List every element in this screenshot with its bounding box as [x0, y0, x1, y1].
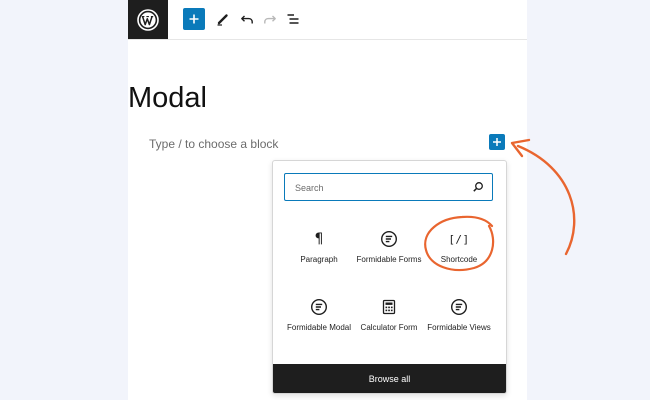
search-field: [284, 173, 493, 201]
search-icon: [473, 182, 483, 192]
block-label: Formidable Views: [427, 323, 491, 332]
search-input[interactable]: [293, 178, 467, 198]
paragraph-icon: ¶: [314, 231, 324, 247]
shortcode-icon: [/]: [448, 232, 470, 246]
list-view-button[interactable]: [284, 8, 302, 30]
undo-button[interactable]: [238, 8, 256, 30]
block-label: Shortcode: [440, 255, 478, 264]
list-view-icon: [287, 14, 299, 24]
redo-button[interactable]: [261, 8, 279, 30]
inline-add-block-button[interactable]: [489, 134, 505, 150]
page-title[interactable]: Modal: [128, 82, 207, 115]
editor-toolbar: [128, 0, 527, 40]
formidable-icon: [379, 229, 399, 249]
redo-icon: [264, 15, 276, 24]
add-block-button[interactable]: [183, 8, 205, 30]
formidable-icon: [449, 297, 469, 317]
browse-all-button[interactable]: Browse all: [273, 364, 506, 393]
formidable-icon: [309, 297, 329, 317]
undo-icon: [241, 15, 253, 24]
pencil-icon: [217, 14, 228, 26]
block-formidable-forms[interactable]: Formidable Forms: [353, 227, 425, 285]
block-shortcode[interactable]: [/] Shortcode: [423, 227, 495, 285]
block-label: Formidable Modal: [286, 323, 352, 332]
block-paragraph[interactable]: ¶ Paragraph: [283, 227, 355, 285]
block-label: Calculator Form: [360, 323, 418, 332]
calculator-icon: [379, 297, 399, 317]
tools-button[interactable]: [214, 8, 232, 30]
block-calculator-form[interactable]: Calculator Form: [353, 295, 425, 353]
block-label: Formidable Forms: [356, 255, 422, 264]
block-formidable-views[interactable]: Formidable Views: [423, 295, 495, 353]
block-label: Paragraph: [300, 255, 338, 264]
plus-icon: [189, 14, 199, 24]
wordpress-logo-icon[interactable]: [128, 0, 168, 39]
plus-icon: [493, 138, 501, 146]
block-formidable-modal[interactable]: Formidable Modal: [283, 295, 355, 353]
block-placeholder[interactable]: Type / to choose a block: [149, 137, 278, 151]
editor-canvas: Modal Type / to choose a block ¶ Paragra…: [128, 0, 527, 400]
block-inserter-popover: ¶ Paragraph Formidable Forms [/] Shortco…: [272, 160, 507, 394]
